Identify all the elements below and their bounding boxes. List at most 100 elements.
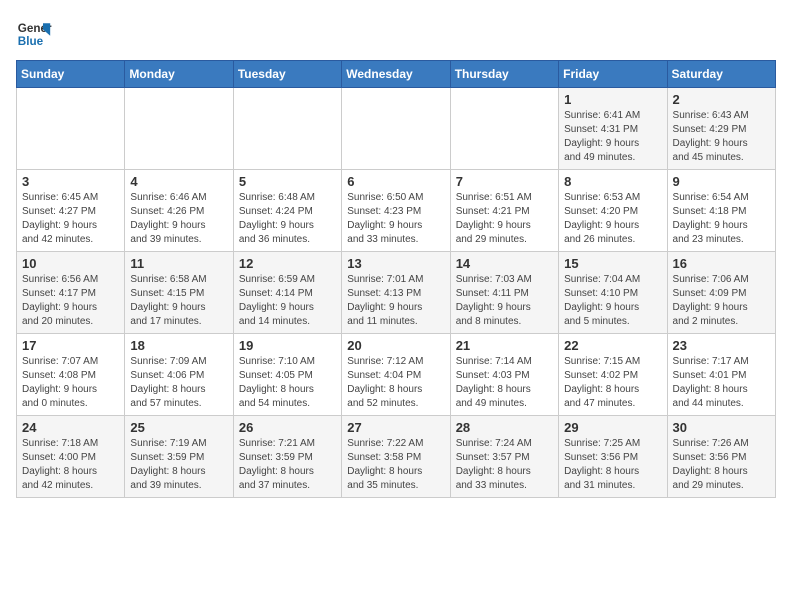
day-number: 18	[130, 338, 227, 353]
day-cell: 14 Sunrise: 7:03 AM Sunset: 4:11 PM Dayli…	[450, 252, 558, 334]
day-info: Sunrise: 7:07 AM Sunset: 4:08 PM Dayligh…	[22, 355, 119, 411]
day-cell: 17 Sunrise: 7:07 AM Sunset: 4:08 PM Dayli…	[17, 334, 125, 416]
day-number: 13	[347, 256, 444, 271]
header-cell-tuesday: Tuesday	[233, 61, 341, 88]
logo-icon: General Blue	[16, 16, 52, 52]
header-cell-saturday: Saturday	[667, 61, 775, 88]
day-info: Sunrise: 6:41 AM Sunset: 4:31 PM Dayligh…	[564, 109, 661, 165]
day-cell	[125, 88, 233, 170]
day-cell: 21 Sunrise: 7:14 AM Sunset: 4:03 PM Dayli…	[450, 334, 558, 416]
day-info: Sunrise: 7:19 AM Sunset: 3:59 PM Dayligh…	[130, 437, 227, 493]
day-info: Sunrise: 6:45 AM Sunset: 4:27 PM Dayligh…	[22, 191, 119, 247]
day-info: Sunrise: 7:03 AM Sunset: 4:11 PM Dayligh…	[456, 273, 553, 329]
day-info: Sunrise: 6:50 AM Sunset: 4:23 PM Dayligh…	[347, 191, 444, 247]
day-cell: 13 Sunrise: 7:01 AM Sunset: 4:13 PM Dayli…	[342, 252, 450, 334]
day-cell: 10 Sunrise: 6:56 AM Sunset: 4:17 PM Dayli…	[17, 252, 125, 334]
day-number: 10	[22, 256, 119, 271]
day-info: Sunrise: 7:15 AM Sunset: 4:02 PM Dayligh…	[564, 355, 661, 411]
day-info: Sunrise: 6:46 AM Sunset: 4:26 PM Dayligh…	[130, 191, 227, 247]
day-cell	[450, 88, 558, 170]
day-info: Sunrise: 6:59 AM Sunset: 4:14 PM Dayligh…	[239, 273, 336, 329]
day-info: Sunrise: 6:51 AM Sunset: 4:21 PM Dayligh…	[456, 191, 553, 247]
day-cell: 11Sunrise: 6:58 AM Sunset: 4:15 PM Dayli…	[125, 252, 233, 334]
header-cell-sunday: Sunday	[17, 61, 125, 88]
day-cell: 18 Sunrise: 7:09 AM Sunset: 4:06 PM Dayli…	[125, 334, 233, 416]
day-number: 6	[347, 174, 444, 189]
day-number: 9	[673, 174, 770, 189]
day-cell: 25 Sunrise: 7:19 AM Sunset: 3:59 PM Dayli…	[125, 416, 233, 498]
day-number: 3	[22, 174, 119, 189]
day-number: 30	[673, 420, 770, 435]
day-cell: 8Sunrise: 6:53 AM Sunset: 4:20 PM Daylig…	[559, 170, 667, 252]
day-cell: 5 Sunrise: 6:48 AM Sunset: 4:24 PM Daylig…	[233, 170, 341, 252]
header-cell-friday: Friday	[559, 61, 667, 88]
day-number: 21	[456, 338, 553, 353]
day-cell: 2 Sunrise: 6:43 AM Sunset: 4:29 PM Daylig…	[667, 88, 775, 170]
day-info: Sunrise: 7:12 AM Sunset: 4:04 PM Dayligh…	[347, 355, 444, 411]
svg-text:Blue: Blue	[18, 35, 44, 48]
day-cell: 29 Sunrise: 7:25 AM Sunset: 3:56 PM Dayli…	[559, 416, 667, 498]
day-number: 1	[564, 92, 661, 107]
day-cell: 3 Sunrise: 6:45 AM Sunset: 4:27 PM Daylig…	[17, 170, 125, 252]
day-info: Sunrise: 6:48 AM Sunset: 4:24 PM Dayligh…	[239, 191, 336, 247]
day-info: Sunrise: 7:24 AM Sunset: 3:57 PM Dayligh…	[456, 437, 553, 493]
day-number: 19	[239, 338, 336, 353]
day-cell: 12Sunrise: 6:59 AM Sunset: 4:14 PM Dayli…	[233, 252, 341, 334]
day-info: Sunrise: 7:17 AM Sunset: 4:01 PM Dayligh…	[673, 355, 770, 411]
day-info: Sunrise: 7:04 AM Sunset: 4:10 PM Dayligh…	[564, 273, 661, 329]
day-cell: 23 Sunrise: 7:17 AM Sunset: 4:01 PM Dayli…	[667, 334, 775, 416]
day-number: 17	[22, 338, 119, 353]
day-cell: 1 Sunrise: 6:41 AM Sunset: 4:31 PM Daylig…	[559, 88, 667, 170]
header-row: SundayMondayTuesdayWednesdayThursdayFrid…	[17, 61, 776, 88]
day-cell	[342, 88, 450, 170]
day-number: 5	[239, 174, 336, 189]
day-number: 14	[456, 256, 553, 271]
day-number: 7	[456, 174, 553, 189]
day-info: Sunrise: 7:14 AM Sunset: 4:03 PM Dayligh…	[456, 355, 553, 411]
day-number: 2	[673, 92, 770, 107]
day-cell: 30Sunrise: 7:26 AM Sunset: 3:56 PM Dayli…	[667, 416, 775, 498]
day-cell: 4 Sunrise: 6:46 AM Sunset: 4:26 PM Daylig…	[125, 170, 233, 252]
week-row-5: 24 Sunrise: 7:18 AM Sunset: 4:00 PM Dayli…	[17, 416, 776, 498]
day-info: Sunrise: 6:43 AM Sunset: 4:29 PM Dayligh…	[673, 109, 770, 165]
week-row-3: 10 Sunrise: 6:56 AM Sunset: 4:17 PM Dayli…	[17, 252, 776, 334]
day-info: Sunrise: 7:01 AM Sunset: 4:13 PM Dayligh…	[347, 273, 444, 329]
day-info: Sunrise: 6:58 AM Sunset: 4:15 PM Dayligh…	[130, 273, 227, 329]
week-row-1: 1 Sunrise: 6:41 AM Sunset: 4:31 PM Daylig…	[17, 88, 776, 170]
day-info: Sunrise: 6:53 AM Sunset: 4:20 PM Dayligh…	[564, 191, 661, 247]
day-number: 29	[564, 420, 661, 435]
day-cell: 19 Sunrise: 7:10 AM Sunset: 4:05 PM Dayli…	[233, 334, 341, 416]
header-cell-wednesday: Wednesday	[342, 61, 450, 88]
day-info: Sunrise: 7:25 AM Sunset: 3:56 PM Dayligh…	[564, 437, 661, 493]
header-cell-thursday: Thursday	[450, 61, 558, 88]
day-info: Sunrise: 6:54 AM Sunset: 4:18 PM Dayligh…	[673, 191, 770, 247]
day-info: Sunrise: 7:10 AM Sunset: 4:05 PM Dayligh…	[239, 355, 336, 411]
day-number: 24	[22, 420, 119, 435]
day-cell: 15 Sunrise: 7:04 AM Sunset: 4:10 PM Dayli…	[559, 252, 667, 334]
week-row-2: 3 Sunrise: 6:45 AM Sunset: 4:27 PM Daylig…	[17, 170, 776, 252]
day-info: Sunrise: 7:21 AM Sunset: 3:59 PM Dayligh…	[239, 437, 336, 493]
day-number: 28	[456, 420, 553, 435]
day-number: 23	[673, 338, 770, 353]
day-cell: 7 Sunrise: 6:51 AM Sunset: 4:21 PM Daylig…	[450, 170, 558, 252]
day-number: 15	[564, 256, 661, 271]
day-number: 20	[347, 338, 444, 353]
day-cell: 22 Sunrise: 7:15 AM Sunset: 4:02 PM Dayli…	[559, 334, 667, 416]
day-info: Sunrise: 6:56 AM Sunset: 4:17 PM Dayligh…	[22, 273, 119, 329]
day-cell: 28 Sunrise: 7:24 AM Sunset: 3:57 PM Dayli…	[450, 416, 558, 498]
day-cell	[233, 88, 341, 170]
day-number: 26	[239, 420, 336, 435]
day-number: 25	[130, 420, 227, 435]
day-number: 4	[130, 174, 227, 189]
day-number: 16	[673, 256, 770, 271]
calendar-table: SundayMondayTuesdayWednesdayThursdayFrid…	[16, 60, 776, 498]
day-cell: 24 Sunrise: 7:18 AM Sunset: 4:00 PM Dayli…	[17, 416, 125, 498]
day-number: 27	[347, 420, 444, 435]
day-info: Sunrise: 7:06 AM Sunset: 4:09 PM Dayligh…	[673, 273, 770, 329]
day-info: Sunrise: 7:18 AM Sunset: 4:00 PM Dayligh…	[22, 437, 119, 493]
day-info: Sunrise: 7:09 AM Sunset: 4:06 PM Dayligh…	[130, 355, 227, 411]
day-cell: 27Sunrise: 7:22 AM Sunset: 3:58 PM Dayli…	[342, 416, 450, 498]
day-cell	[17, 88, 125, 170]
day-number: 22	[564, 338, 661, 353]
day-cell: 16 Sunrise: 7:06 AM Sunset: 4:09 PM Dayli…	[667, 252, 775, 334]
